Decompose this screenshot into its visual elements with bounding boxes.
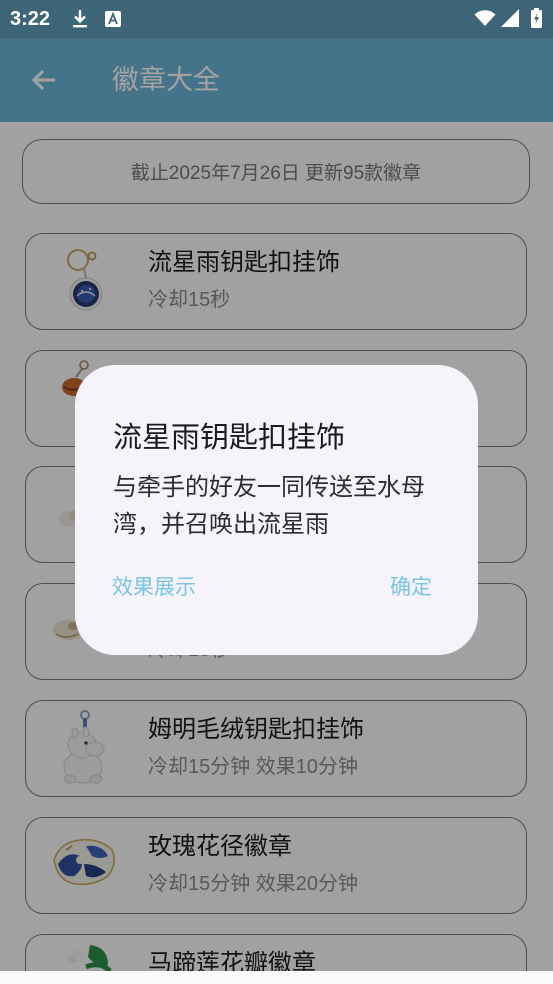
battery-icon bbox=[531, 8, 542, 28]
wifi-icon bbox=[474, 10, 496, 26]
confirm-button[interactable]: 确定 bbox=[390, 573, 432, 603]
signal-icon bbox=[501, 9, 519, 27]
status-time: 3:22 bbox=[10, 8, 51, 30]
dialog-actions: 效果展示 确定 bbox=[112, 573, 432, 603]
badge-detail-dialog: 流星雨钥匙扣挂饰 与牵手的好友一同传送至水母湾，并召唤出流星雨 效果展示 确定 bbox=[75, 365, 478, 655]
text-a-icon bbox=[105, 11, 121, 27]
download-icon bbox=[73, 10, 87, 28]
dialog-title: 流星雨钥匙扣挂饰 bbox=[113, 422, 346, 454]
status-bar: 3:22 bbox=[0, 0, 553, 38]
navigation-bar bbox=[0, 971, 553, 984]
dialog-body: 与牵手的好友一同传送至水母湾，并召唤出流星雨 bbox=[113, 474, 425, 538]
show-effect-button[interactable]: 效果展示 bbox=[112, 573, 196, 603]
